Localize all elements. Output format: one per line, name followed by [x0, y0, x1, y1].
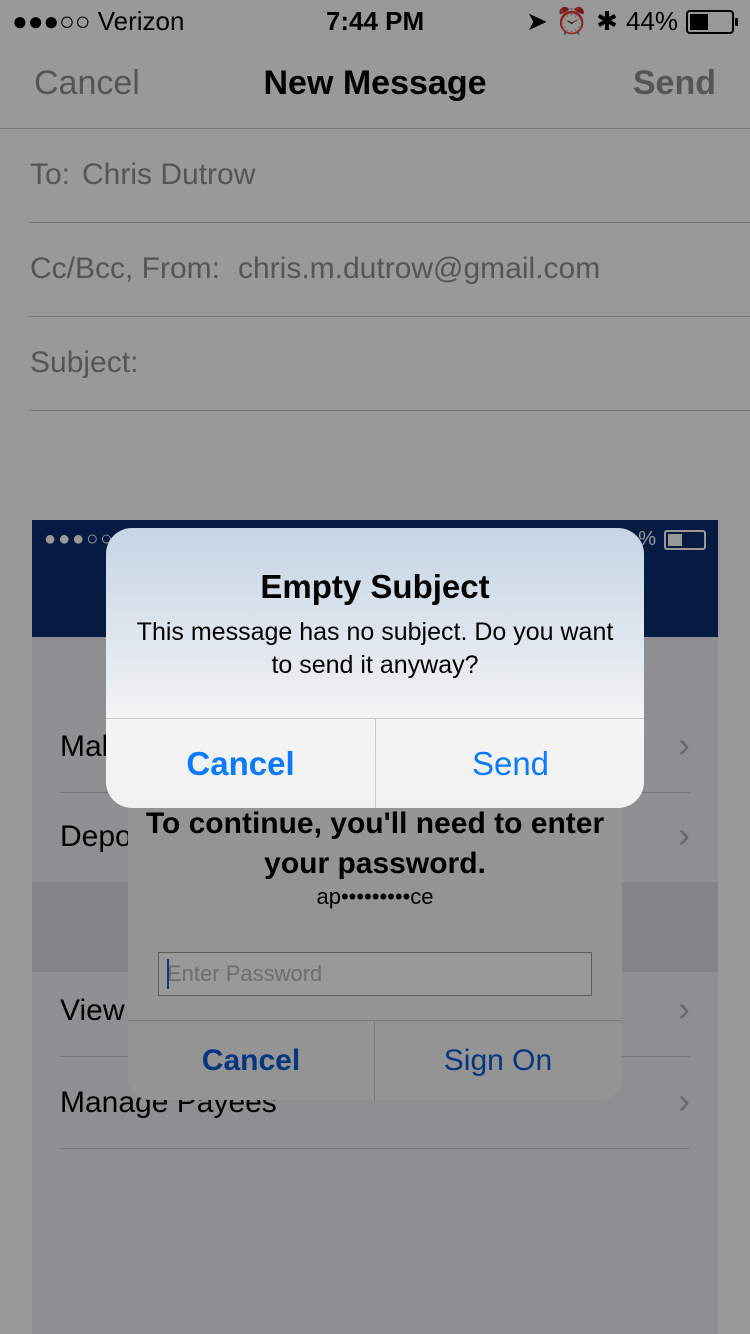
alert-send-button[interactable]: Send: [376, 719, 644, 808]
alert-title: Empty Subject: [260, 568, 490, 605]
empty-subject-alert: Empty Subject This message has no subjec…: [106, 528, 644, 808]
alert-cancel-button[interactable]: Cancel: [106, 719, 375, 808]
alert-message: This message has no subject. Do you want…: [136, 618, 614, 679]
